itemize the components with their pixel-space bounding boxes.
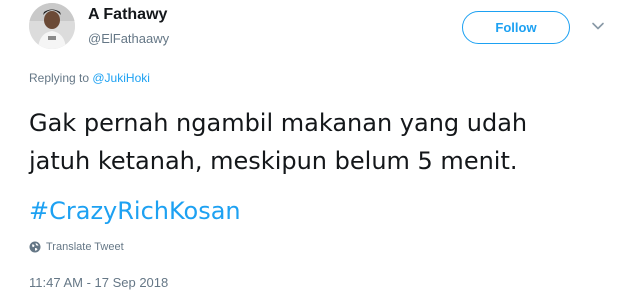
reply-mention-link[interactable]: @JukiHoki (92, 71, 150, 85)
translate-tweet-button[interactable]: Translate Tweet (29, 241, 124, 253)
follow-button[interactable]: Follow (462, 11, 570, 44)
tweet-card: A Fathawy @ElFathaawy Follow Replying to… (0, 0, 630, 301)
user-photo-icon (29, 3, 75, 49)
display-name[interactable]: A Fathawy (88, 6, 167, 24)
avatar[interactable] (29, 3, 75, 49)
chevron-down-icon[interactable] (590, 18, 606, 34)
tweet-text-line: jatuh ketanah, meskipun belum 5 menit. (29, 147, 518, 175)
translate-tweet-label: Translate Tweet (46, 241, 124, 253)
tweet-timestamp[interactable]: 11:47 AM - 17 Sep 2018 (29, 275, 168, 290)
tweet-text: Gak pernah ngambil makanan yang udah jat… (29, 104, 609, 180)
globe-icon (29, 241, 41, 253)
user-handle[interactable]: @ElFathaawy (88, 31, 169, 46)
replying-to: Replying to @JukiHoki (29, 71, 150, 85)
replying-to-label: Replying to (29, 71, 93, 85)
hashtag-link[interactable]: #CrazyRichKosan (29, 197, 241, 225)
tweet-text-line: Gak pernah ngambil makanan yang udah (29, 109, 528, 137)
